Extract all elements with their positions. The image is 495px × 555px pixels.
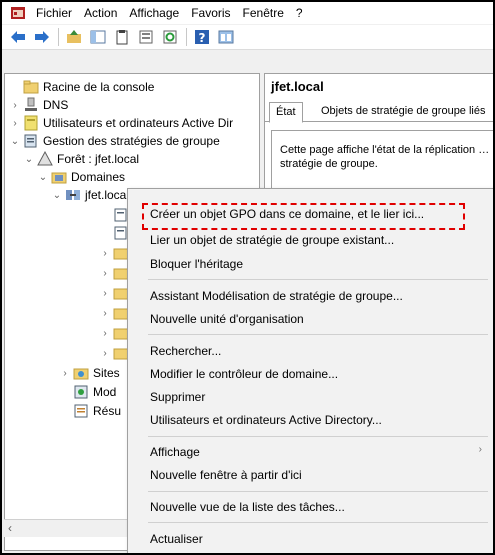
mmc-view-icon[interactable]: [216, 27, 236, 47]
tab-linked-gpo[interactable]: Objets de stratégie de groupe liés: [315, 102, 492, 122]
results-icon: [73, 403, 89, 419]
menu-separator: [148, 522, 488, 523]
tree-item-dns[interactable]: › DNS: [9, 96, 68, 114]
tree-label: jfet.local: [85, 188, 130, 202]
tree-label: Utilisateurs et ordinateurs Active Dir: [43, 116, 234, 130]
modeling-icon: [73, 384, 89, 400]
domain-icon: [65, 187, 81, 203]
menu-item-delete[interactable]: Supprimer: [128, 386, 493, 408]
menu-item-change-dc[interactable]: Modifier le contrôleur de domaine...: [128, 363, 493, 385]
console-tree-icon[interactable]: [88, 27, 108, 47]
clipboard-icon[interactable]: [112, 27, 132, 47]
tree-item-results[interactable]: Résu: [71, 402, 121, 420]
tab-status[interactable]: État: [269, 102, 303, 123]
forward-arrow-icon[interactable]: [32, 27, 52, 47]
tree-item-users[interactable]: › Utilisateurs et ordinateurs Active Dir: [9, 114, 233, 132]
tree-item-modeling[interactable]: Mod: [71, 383, 116, 401]
menu-item-link-gpo[interactable]: Lier un objet de stratégie de groupe exi…: [128, 229, 493, 251]
menu-item-aduc[interactable]: Utilisateurs et ordinateurs Active Direc…: [128, 409, 493, 431]
submenu-arrow-icon: ›: [478, 444, 482, 455]
menu-separator: [148, 491, 488, 492]
folder-up-icon[interactable]: [64, 27, 84, 47]
status-description: Cette page affiche l'état de la réplicat…: [271, 130, 493, 190]
menu-fenetre[interactable]: Fenêtre: [243, 6, 284, 20]
menu-separator: [148, 334, 488, 335]
tree-item-sites[interactable]: › Sites: [59, 364, 120, 382]
menu-item-search[interactable]: Rechercher...: [128, 340, 493, 362]
tree-label: Résu: [93, 404, 122, 418]
menu-item-view[interactable]: Affichage ›: [128, 441, 493, 463]
tree-label: Domaines: [71, 170, 126, 184]
tree-item-forest[interactable]: ⌄ Forêt : jfet.local: [23, 150, 139, 168]
menu-action[interactable]: Action: [84, 6, 117, 20]
back-arrow-icon[interactable]: [8, 27, 28, 47]
chevron-down-icon[interactable]: ⌄: [37, 172, 49, 183]
menu-fichier[interactable]: Fichier: [36, 6, 72, 20]
tree-item-gpm[interactable]: ⌄ Gestion des stratégies de groupe: [9, 132, 220, 150]
tree-item-domain[interactable]: ⌄ jfet.local: [51, 186, 129, 204]
toolbar-separator: [186, 28, 187, 46]
chevron-right-icon[interactable]: ›: [59, 368, 71, 379]
dns-server-icon: [23, 97, 39, 113]
chevron-right-icon[interactable]: ›: [9, 118, 21, 129]
chevron-right-icon[interactable]: ›: [99, 248, 111, 259]
chevron-right-icon[interactable]: ›: [99, 328, 111, 339]
menu-item-block-inheritance[interactable]: Bloquer l'héritage: [128, 253, 493, 275]
chevron-right-icon[interactable]: ›: [99, 308, 111, 319]
tree-label: Gestion des stratégies de groupe: [43, 134, 220, 148]
tree-item-root[interactable]: Racine de la console: [9, 78, 154, 96]
menu-item-new-taskpad[interactable]: Nouvelle vue de la liste des tâches...: [128, 496, 493, 518]
menu-bar: Fichier Action Affichage Favoris Fenêtre…: [2, 2, 493, 24]
menu-item-label: Affichage: [150, 445, 200, 459]
tree-label: Racine de la console: [43, 80, 155, 94]
chevron-down-icon[interactable]: ⌄: [23, 154, 35, 165]
chevron-right-icon[interactable]: ›: [99, 348, 111, 359]
menu-separator: [148, 436, 488, 437]
chevron-right-icon[interactable]: ›: [99, 288, 111, 299]
folder-icon: [23, 79, 39, 95]
menu-item-modeling-wizard[interactable]: Assistant Modélisation de stratégie de g…: [128, 285, 493, 307]
tree-label: Sites: [93, 366, 120, 380]
context-menu: Créer un objet GPO dans ce domaine, et l…: [127, 188, 493, 553]
help-icon[interactable]: ?: [192, 27, 212, 47]
tree-label: DNS: [43, 98, 69, 112]
menu-item-new-ou[interactable]: Nouvelle unité d'organisation: [128, 308, 493, 330]
chevron-down-icon[interactable]: ⌄: [51, 190, 63, 201]
menu-separator: [148, 279, 488, 280]
menu-affichage[interactable]: Affichage: [129, 6, 179, 20]
details-tabs: État Objets de stratégie de groupe liés: [265, 100, 493, 123]
domains-folder-icon: [51, 169, 67, 185]
sites-icon: [73, 365, 89, 381]
highlight-annotation: [142, 203, 465, 230]
chevron-right-icon[interactable]: ›: [99, 268, 111, 279]
toolbar-separator: [58, 28, 59, 46]
svg-text:?: ?: [199, 31, 206, 45]
mmc-app-icon[interactable]: [10, 5, 26, 21]
mmc-window: Fichier Action Affichage Favoris Fenêtre…: [0, 0, 495, 555]
tree-label: Mod: [93, 385, 117, 399]
tree-item-domains[interactable]: ⌄ Domaines: [37, 168, 125, 186]
menu-item-refresh[interactable]: Actualiser: [128, 528, 493, 550]
chevron-right-icon[interactable]: ›: [9, 100, 21, 111]
scroll-left-arrow-icon[interactable]: ‹: [8, 521, 12, 535]
refresh-icon[interactable]: [160, 27, 180, 47]
active-directory-icon: [23, 115, 39, 131]
properties-icon[interactable]: [136, 27, 156, 47]
menu-item-new-window[interactable]: Nouvelle fenêtre à partir d'ici: [128, 464, 493, 486]
chevron-down-icon[interactable]: ⌄: [9, 136, 21, 147]
tree-label: Forêt : jfet.local: [57, 152, 140, 166]
toolbar: ?: [2, 25, 493, 50]
details-title: jfet.local: [271, 79, 324, 94]
menu-help[interactable]: ?: [296, 6, 303, 20]
menu-favoris[interactable]: Favoris: [191, 6, 230, 20]
forest-icon: [37, 150, 53, 167]
group-policy-icon: [23, 133, 39, 149]
